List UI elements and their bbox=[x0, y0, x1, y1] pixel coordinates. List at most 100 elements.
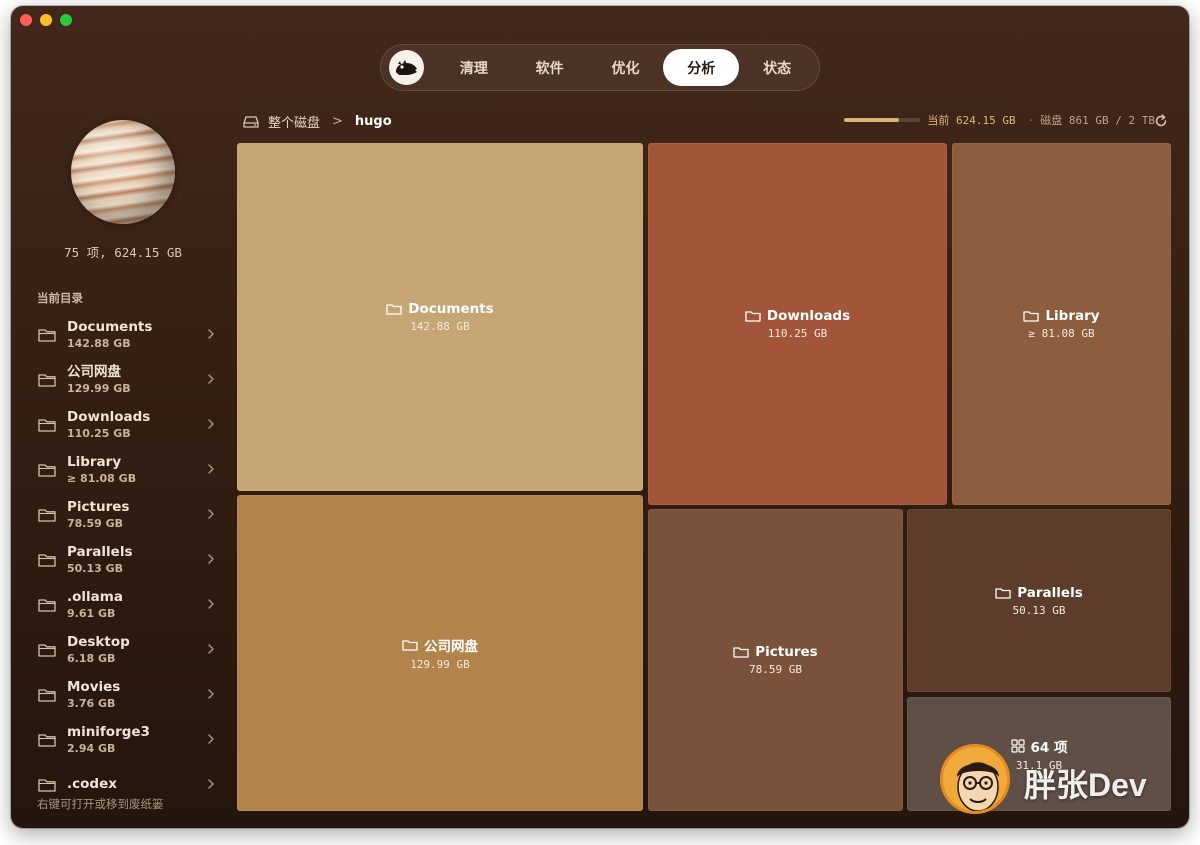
directory-item-size: 110.25 GB bbox=[67, 426, 131, 440]
watermark-text: 胖张Dev bbox=[1024, 767, 1147, 803]
directory-item-text: Pictures 78.59 GB bbox=[67, 499, 129, 531]
tile-size: 142.88 GB bbox=[410, 320, 470, 333]
directory-item-name: Desktop bbox=[67, 633, 130, 650]
app-logo-icon[interactable] bbox=[389, 50, 424, 85]
usage-separator: · bbox=[1027, 113, 1035, 127]
current-directory-title: 当前目录 bbox=[37, 291, 83, 305]
treemap-tile-downloads[interactable]: Downloads 110.25 GB bbox=[648, 143, 947, 505]
breadcrumb: 整个磁盘 > hugo bbox=[243, 112, 392, 131]
directory-item[interactable]: Pictures 78.59 GB bbox=[31, 492, 216, 537]
chevron-right-icon bbox=[208, 734, 214, 744]
treemap-tile-documents[interactable]: Documents 142.88 GB bbox=[237, 143, 643, 491]
folder-icon bbox=[38, 643, 56, 657]
tile-size: 110.25 GB bbox=[767, 327, 828, 340]
tab-clean[interactable]: 清理 bbox=[436, 49, 512, 86]
folder-icon bbox=[38, 733, 56, 747]
minimize-window-button[interactable] bbox=[40, 14, 52, 26]
directory-item-size: 129.99 GB bbox=[67, 381, 131, 395]
directory-item-name: Pictures bbox=[67, 498, 130, 515]
directory-item[interactable]: Downloads 110.25 GB bbox=[31, 402, 216, 447]
directory-item[interactable]: Parallels 50.13 GB bbox=[31, 537, 216, 582]
directory-item[interactable]: .ollama 9.61 GB bbox=[31, 582, 216, 627]
directory-item-name: Movies bbox=[67, 678, 121, 695]
zoom-window-button[interactable] bbox=[60, 14, 72, 26]
treemap-tile-pictures[interactable]: Pictures 78.59 GB bbox=[648, 509, 903, 811]
folder-icon bbox=[38, 328, 56, 342]
window-controls bbox=[20, 14, 72, 26]
tab-software[interactable]: 软件 bbox=[512, 49, 588, 86]
directory-item-size: 2.94 GB bbox=[67, 741, 116, 755]
directory-item[interactable]: Documents 142.88 GB bbox=[31, 312, 216, 357]
folder-icon bbox=[38, 598, 56, 612]
chevron-right-icon bbox=[208, 374, 214, 384]
chevron-right-icon bbox=[208, 329, 214, 339]
directory-item-text: Downloads 110.25 GB bbox=[67, 409, 150, 441]
directory-item[interactable]: Library ≥ 81.08 GB bbox=[31, 447, 216, 492]
folder-icon bbox=[386, 304, 402, 315]
directory-item-name: Documents bbox=[67, 318, 153, 335]
tile-label: Pictures bbox=[733, 644, 818, 660]
directory-item-name: Library bbox=[67, 453, 122, 470]
chevron-right-icon bbox=[208, 419, 214, 429]
directory-item-size: ≥ 81.08 GB bbox=[67, 471, 137, 485]
folder-icon bbox=[38, 373, 56, 387]
directory-item-name: Parallels bbox=[67, 543, 133, 560]
directory-item-text: Desktop 6.18 GB bbox=[67, 634, 130, 666]
chevron-right-icon bbox=[208, 689, 214, 699]
breadcrumb-root[interactable]: 整个磁盘 bbox=[268, 112, 320, 131]
folder-icon bbox=[38, 778, 56, 792]
chevron-right-icon bbox=[208, 509, 214, 519]
tile-label: Library bbox=[1023, 308, 1100, 324]
tile-label: Parallels bbox=[995, 585, 1083, 601]
current-usage-label: 当前 624.15 GB bbox=[927, 114, 1016, 127]
treemap-tile-company-drive[interactable]: 公司网盘 129.99 GB bbox=[237, 495, 643, 811]
disk-usage-indicator: 当前 624.15 GB · 磁盘 861 GB / 2 TB bbox=[844, 112, 1155, 128]
directory-list: Documents 142.88 GB 公司网盘 129.99 GB Downloads… bbox=[31, 312, 216, 807]
tab-status[interactable]: 状态 bbox=[739, 49, 815, 86]
tile-label: 64 项 bbox=[1010, 736, 1068, 756]
disk-summary: 75 项, 624.15 GB bbox=[64, 245, 182, 260]
directory-item[interactable]: Desktop 6.18 GB bbox=[31, 627, 216, 672]
directory-item-text: miniforge3 2.94 GB bbox=[67, 724, 150, 756]
tab-optimize[interactable]: 优化 bbox=[588, 49, 664, 86]
planet-illustration bbox=[71, 120, 175, 224]
directory-item-text: Library ≥ 81.08 GB bbox=[67, 454, 136, 486]
directory-item-size: 142.88 GB bbox=[67, 336, 131, 350]
tile-label: Downloads bbox=[745, 308, 850, 324]
directory-item-name: miniforge3 bbox=[67, 723, 150, 740]
folder-icon bbox=[38, 463, 56, 477]
grid-icon bbox=[1010, 739, 1025, 753]
folder-icon bbox=[1023, 311, 1040, 322]
directory-item-text: .codex bbox=[67, 776, 117, 793]
directory-item[interactable]: 公司网盘 129.99 GB bbox=[31, 357, 216, 402]
treemap-tile-library[interactable]: Library ≥ 81.08 GB bbox=[952, 143, 1171, 505]
breadcrumb-separator: > bbox=[332, 114, 343, 129]
disk-capacity-label: 磁盘 861 GB / 2 TB bbox=[1040, 114, 1155, 127]
refresh-icon[interactable] bbox=[1154, 114, 1168, 128]
close-window-button[interactable] bbox=[20, 14, 32, 26]
chevron-right-icon bbox=[208, 599, 214, 609]
folder-icon bbox=[745, 311, 761, 322]
directory-item[interactable]: miniforge3 2.94 GB bbox=[31, 717, 216, 762]
directory-item-text: Movies 3.76 GB bbox=[67, 679, 120, 711]
chevron-right-icon bbox=[208, 779, 214, 789]
tab-analyze[interactable]: 分析 bbox=[663, 49, 740, 86]
folder-icon bbox=[402, 640, 418, 651]
directory-item-size: 9.61 GB bbox=[67, 606, 116, 620]
chevron-right-icon bbox=[208, 644, 214, 654]
directory-item-text: Parallels 50.13 GB bbox=[67, 544, 132, 576]
directory-item-name: .codex bbox=[67, 776, 117, 792]
tile-label: Documents bbox=[386, 301, 494, 317]
directory-item-size: 3.76 GB bbox=[67, 696, 116, 710]
footer-hint: 右键可打开或移到废纸篓 bbox=[37, 797, 164, 811]
directory-item-text: 公司网盘 129.99 GB bbox=[67, 364, 131, 396]
chevron-right-icon bbox=[208, 554, 214, 564]
usage-bar-fill bbox=[844, 118, 900, 122]
directory-item[interactable]: Movies 3.76 GB bbox=[31, 672, 216, 717]
treemap-tile-parallels[interactable]: Parallels 50.13 GB bbox=[907, 509, 1171, 692]
tile-label: 公司网盘 bbox=[402, 635, 478, 655]
breadcrumb-current: hugo bbox=[354, 114, 392, 129]
directory-item-name: .ollama bbox=[67, 588, 123, 605]
tile-size: 129.99 GB bbox=[410, 658, 470, 671]
directory-item-text: .ollama 9.61 GB bbox=[67, 589, 123, 621]
